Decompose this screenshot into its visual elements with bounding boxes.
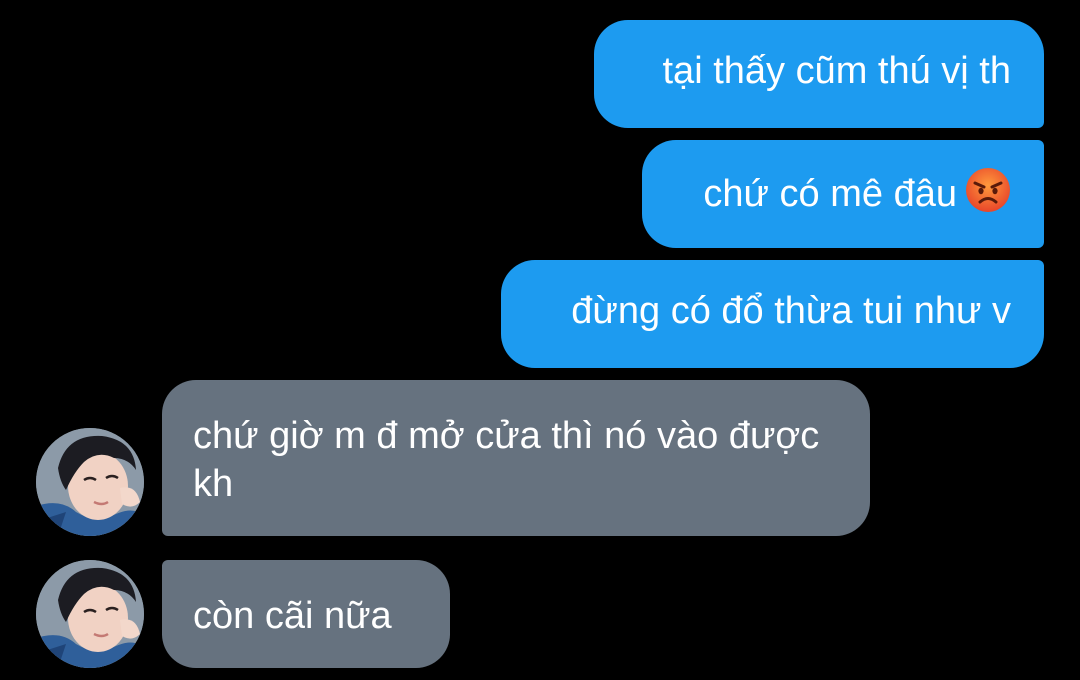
contact-avatar[interactable] — [36, 428, 144, 536]
chat-thread: tại thấy cũm thú vị th chứ có mê đâu đừn… — [0, 0, 1080, 680]
contact-avatar[interactable] — [36, 560, 144, 668]
sent-message-bubble[interactable]: tại thấy cũm thú vị th — [594, 20, 1044, 128]
avatar-photo-icon — [36, 428, 144, 536]
received-message-bubble[interactable]: còn cãi nữa — [162, 560, 450, 668]
message-text: chứ giờ m đ mở cửa thì nó vào được kh — [193, 415, 820, 505]
message-text: chứ có mê đâu — [703, 173, 957, 215]
sent-message-bubble[interactable]: đừng có đổ thừa tui như v — [501, 260, 1044, 368]
avatar-photo-icon — [36, 560, 144, 668]
received-message-bubble[interactable]: chứ giờ m đ mở cửa thì nó vào được kh — [162, 380, 870, 536]
message-text: còn cãi nữa — [193, 595, 392, 637]
message-text: đừng có đổ thừa tui như v — [571, 290, 1011, 332]
angry-face-emoji — [966, 168, 1010, 212]
sent-message-bubble[interactable]: chứ có mê đâu — [642, 140, 1044, 248]
message-text: tại thấy cũm thú vị th — [662, 50, 1012, 92]
